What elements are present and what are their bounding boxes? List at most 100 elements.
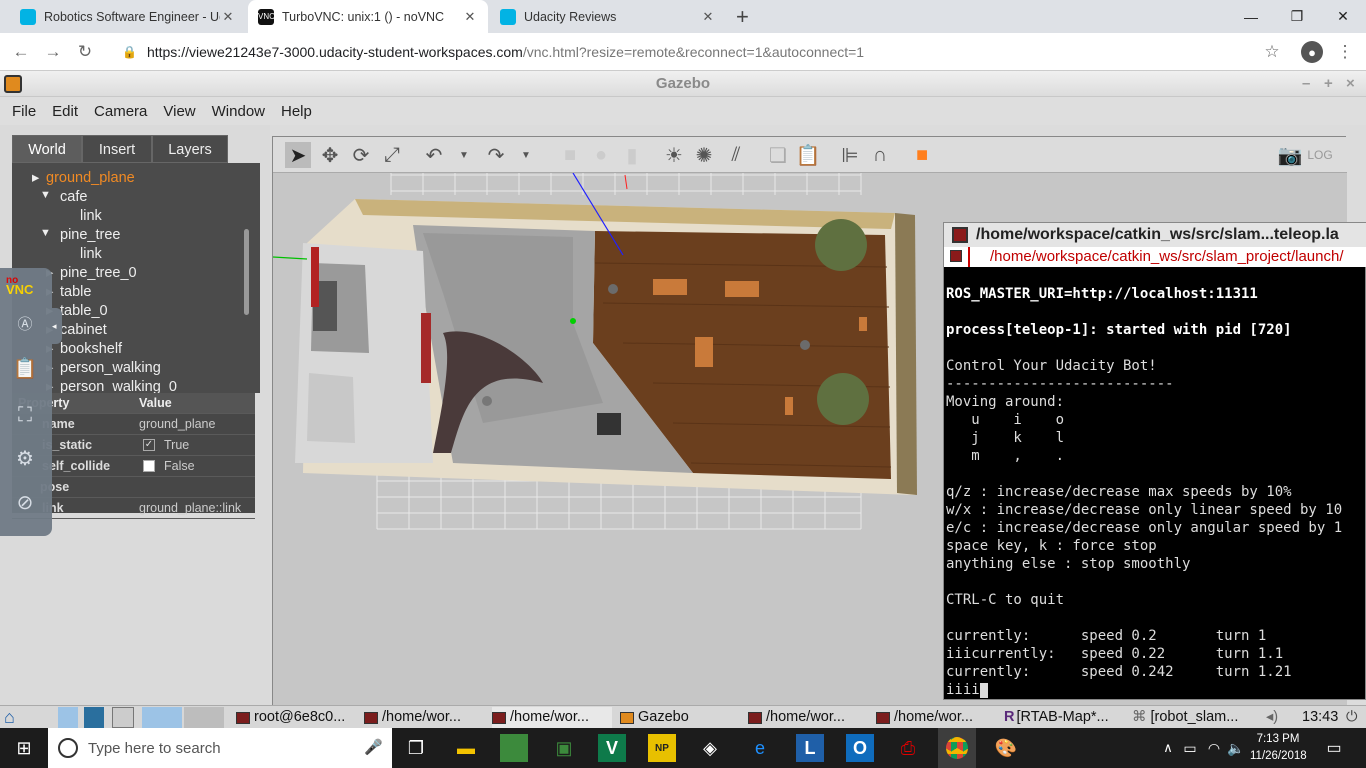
tree-item-cabinet[interactable]: ▸cabinet — [46, 322, 107, 338]
chrome-icon[interactable] — [938, 728, 976, 768]
workspace-2[interactable] — [184, 707, 224, 728]
select-arrow-icon[interactable]: ➤ — [285, 142, 311, 168]
tree-item-table-0[interactable]: ▸table_0 — [46, 303, 108, 319]
change-view-icon[interactable]: ■ — [909, 142, 935, 168]
tree-item-person-walking-0[interactable]: ▸person_walking_0 — [46, 379, 177, 393]
point-light-icon[interactable]: ☀ — [661, 142, 687, 168]
paint-icon[interactable]: 🎨 — [992, 734, 1020, 762]
gz-maximize-icon[interactable]: + — [1324, 71, 1333, 97]
lync-icon[interactable]: L — [796, 734, 824, 762]
tree-item-link[interactable]: link — [80, 246, 102, 262]
screenshot-camera-icon[interactable]: 📷 — [1277, 142, 1303, 168]
microphone-icon[interactable]: 🎤 — [364, 738, 383, 756]
pdf-reader-icon[interactable]: ⎙ — [894, 734, 922, 762]
tree-scrollbar[interactable] — [244, 229, 249, 315]
copy-icon[interactable]: ❏ — [765, 142, 791, 168]
align-icon[interactable]: ⊫ — [837, 142, 863, 168]
browser-launcher-icon[interactable] — [84, 707, 104, 728]
outlook-icon[interactable]: O — [846, 734, 874, 762]
forward-arrow-icon[interactable]: → — [42, 41, 64, 63]
menu-edit[interactable]: Edit — [44, 103, 86, 120]
url-field[interactable]: 🔒 https://viewe21243e7-3000.udacity-stud… — [110, 38, 1290, 66]
menu-file[interactable]: File — [4, 103, 44, 120]
close-icon[interactable]: ✕ — [462, 9, 478, 25]
box-shape-icon[interactable]: ■ — [557, 142, 583, 168]
tab-turbovnc[interactable]: VNC TurboVNC: unix:1 () - noVNC ✕ — [248, 0, 488, 33]
terminal-tab[interactable]: /home/workspace/catkin_ws/src/slam_proje… — [944, 247, 1366, 267]
task-root-terminal[interactable]: root@6e8c0... — [236, 707, 356, 728]
clipboard-icon[interactable]: 📋 — [10, 354, 40, 384]
spot-light-icon[interactable]: ✺ — [691, 142, 717, 168]
gz-close-icon[interactable]: × — [1346, 71, 1355, 97]
tree-item-link[interactable]: link — [80, 208, 102, 224]
menu-help[interactable]: Help — [273, 103, 320, 120]
tree-item-table[interactable]: ▸table — [46, 284, 91, 300]
tree-item-bookshelf[interactable]: ▸bookshelf — [46, 341, 122, 357]
fullscreen-icon[interactable]: ⛶ — [10, 400, 40, 430]
menu-view[interactable]: View — [155, 103, 203, 120]
minimize-icon[interactable]: — — [1228, 0, 1274, 33]
redo-icon[interactable]: ↷ — [483, 142, 509, 168]
task-robot-slam[interactable]: ⌘ [robot_slam... — [1132, 707, 1258, 728]
workspace-1[interactable] — [142, 707, 182, 728]
desktop-icon[interactable] — [58, 707, 78, 728]
paste-icon[interactable]: 📋 — [795, 142, 821, 168]
volume-icon[interactable]: 🔈 — [1222, 734, 1250, 762]
cylinder-shape-icon[interactable]: ▮ — [619, 142, 645, 168]
task-terminal-4[interactable]: /home/wor... — [748, 707, 868, 728]
undo-dropdown-icon[interactable]: ▼ — [451, 142, 477, 168]
excel-icon[interactable] — [500, 734, 528, 762]
snap-magnet-icon[interactable]: ∩ — [867, 142, 893, 168]
tree-item-pine-tree[interactable]: ▼ pine_tree — [40, 227, 120, 243]
close-icon[interactable]: ✕ — [220, 9, 236, 25]
sphere-shape-icon[interactable]: ● — [588, 142, 614, 168]
internet-explorer-icon[interactable]: e — [746, 734, 774, 762]
keyboard-icon[interactable]: Ⓐ — [10, 310, 40, 340]
task-terminal-3[interactable]: /home/wor... — [492, 707, 612, 728]
notepadpp-icon[interactable]: NP — [648, 734, 676, 762]
window-close-icon[interactable]: ✕ — [1320, 0, 1366, 33]
profile-icon[interactable]: ● — [1301, 41, 1323, 63]
checkbox-checked-icon[interactable]: ✓ — [143, 439, 155, 451]
log-icon[interactable]: LOG — [1307, 142, 1333, 168]
redo-dropdown-icon[interactable]: ▼ — [513, 142, 539, 168]
directional-light-icon[interactable]: ⫽ — [723, 142, 749, 168]
checkbox-unchecked-icon[interactable] — [143, 460, 155, 472]
menu-window[interactable]: Window — [204, 103, 273, 120]
task-rtabmap[interactable]: R [RTAB-Map*... — [1004, 707, 1124, 728]
tree-item-pine-tree-0[interactable]: ▸pine_tree_0 — [46, 265, 137, 281]
system-clock[interactable]: 7:13 PM 11/26/2018 — [1250, 731, 1307, 765]
task-terminal-2[interactable]: /home/wor... — [364, 707, 484, 728]
scale-icon[interactable]: ⤢ — [379, 142, 405, 168]
disconnect-icon[interactable]: ⊘ — [10, 488, 40, 518]
start-menu-icon[interactable]: ⌂ — [4, 707, 44, 728]
menu-camera[interactable]: Camera — [86, 103, 155, 120]
tab-udacity-reviews[interactable]: Udacity Reviews ✕ — [490, 0, 726, 33]
tab-robotics[interactable]: Robotics Software Engineer - Uda ✕ — [10, 0, 246, 33]
terminal-app-icon[interactable]: ▣ — [550, 734, 578, 762]
terminal-window[interactable]: /home/workspace/catkin_ws/src/slam...tel… — [943, 222, 1366, 700]
collapse-handle-icon[interactable]: ◂ — [52, 308, 62, 344]
back-arrow-icon[interactable]: ← — [10, 41, 32, 63]
restore-icon[interactable]: ❐ — [1274, 0, 1320, 33]
taskbar-search-input[interactable]: Type here to search 🎤 — [48, 728, 392, 768]
vim-icon[interactable]: V — [598, 734, 626, 762]
translate-icon[interactable]: ✥ — [317, 142, 343, 168]
file-explorer-icon[interactable]: ▬ — [452, 734, 480, 762]
power-icon[interactable]: ⏻ — [1346, 707, 1364, 728]
new-tab-button[interactable]: + — [736, 4, 749, 30]
chrome-menu-icon[interactable]: ⋮ — [1334, 41, 1356, 63]
tree-item-ground-plane[interactable]: ▸ ground_plane — [32, 170, 135, 186]
gz-minimize-icon[interactable]: – — [1302, 71, 1310, 97]
windows-start-icon[interactable]: ⊞ — [10, 734, 38, 762]
task-view-icon[interactable]: ❐ — [402, 734, 430, 762]
reload-icon[interactable]: ↻ — [74, 41, 96, 63]
settings-gear-icon[interactable]: ⚙ — [10, 444, 40, 474]
close-icon[interactable]: ✕ — [700, 9, 716, 25]
task-terminal-5[interactable]: /home/wor... — [876, 707, 996, 728]
notifications-icon[interactable]: ▭ — [1320, 734, 1348, 762]
bookmark-star-icon[interactable]: ☆ — [1261, 41, 1283, 63]
task-gazebo[interactable]: Gazebo — [620, 707, 740, 728]
volume-icon[interactable]: ◂) — [1266, 707, 1286, 728]
tab-world[interactable]: World — [12, 135, 82, 163]
